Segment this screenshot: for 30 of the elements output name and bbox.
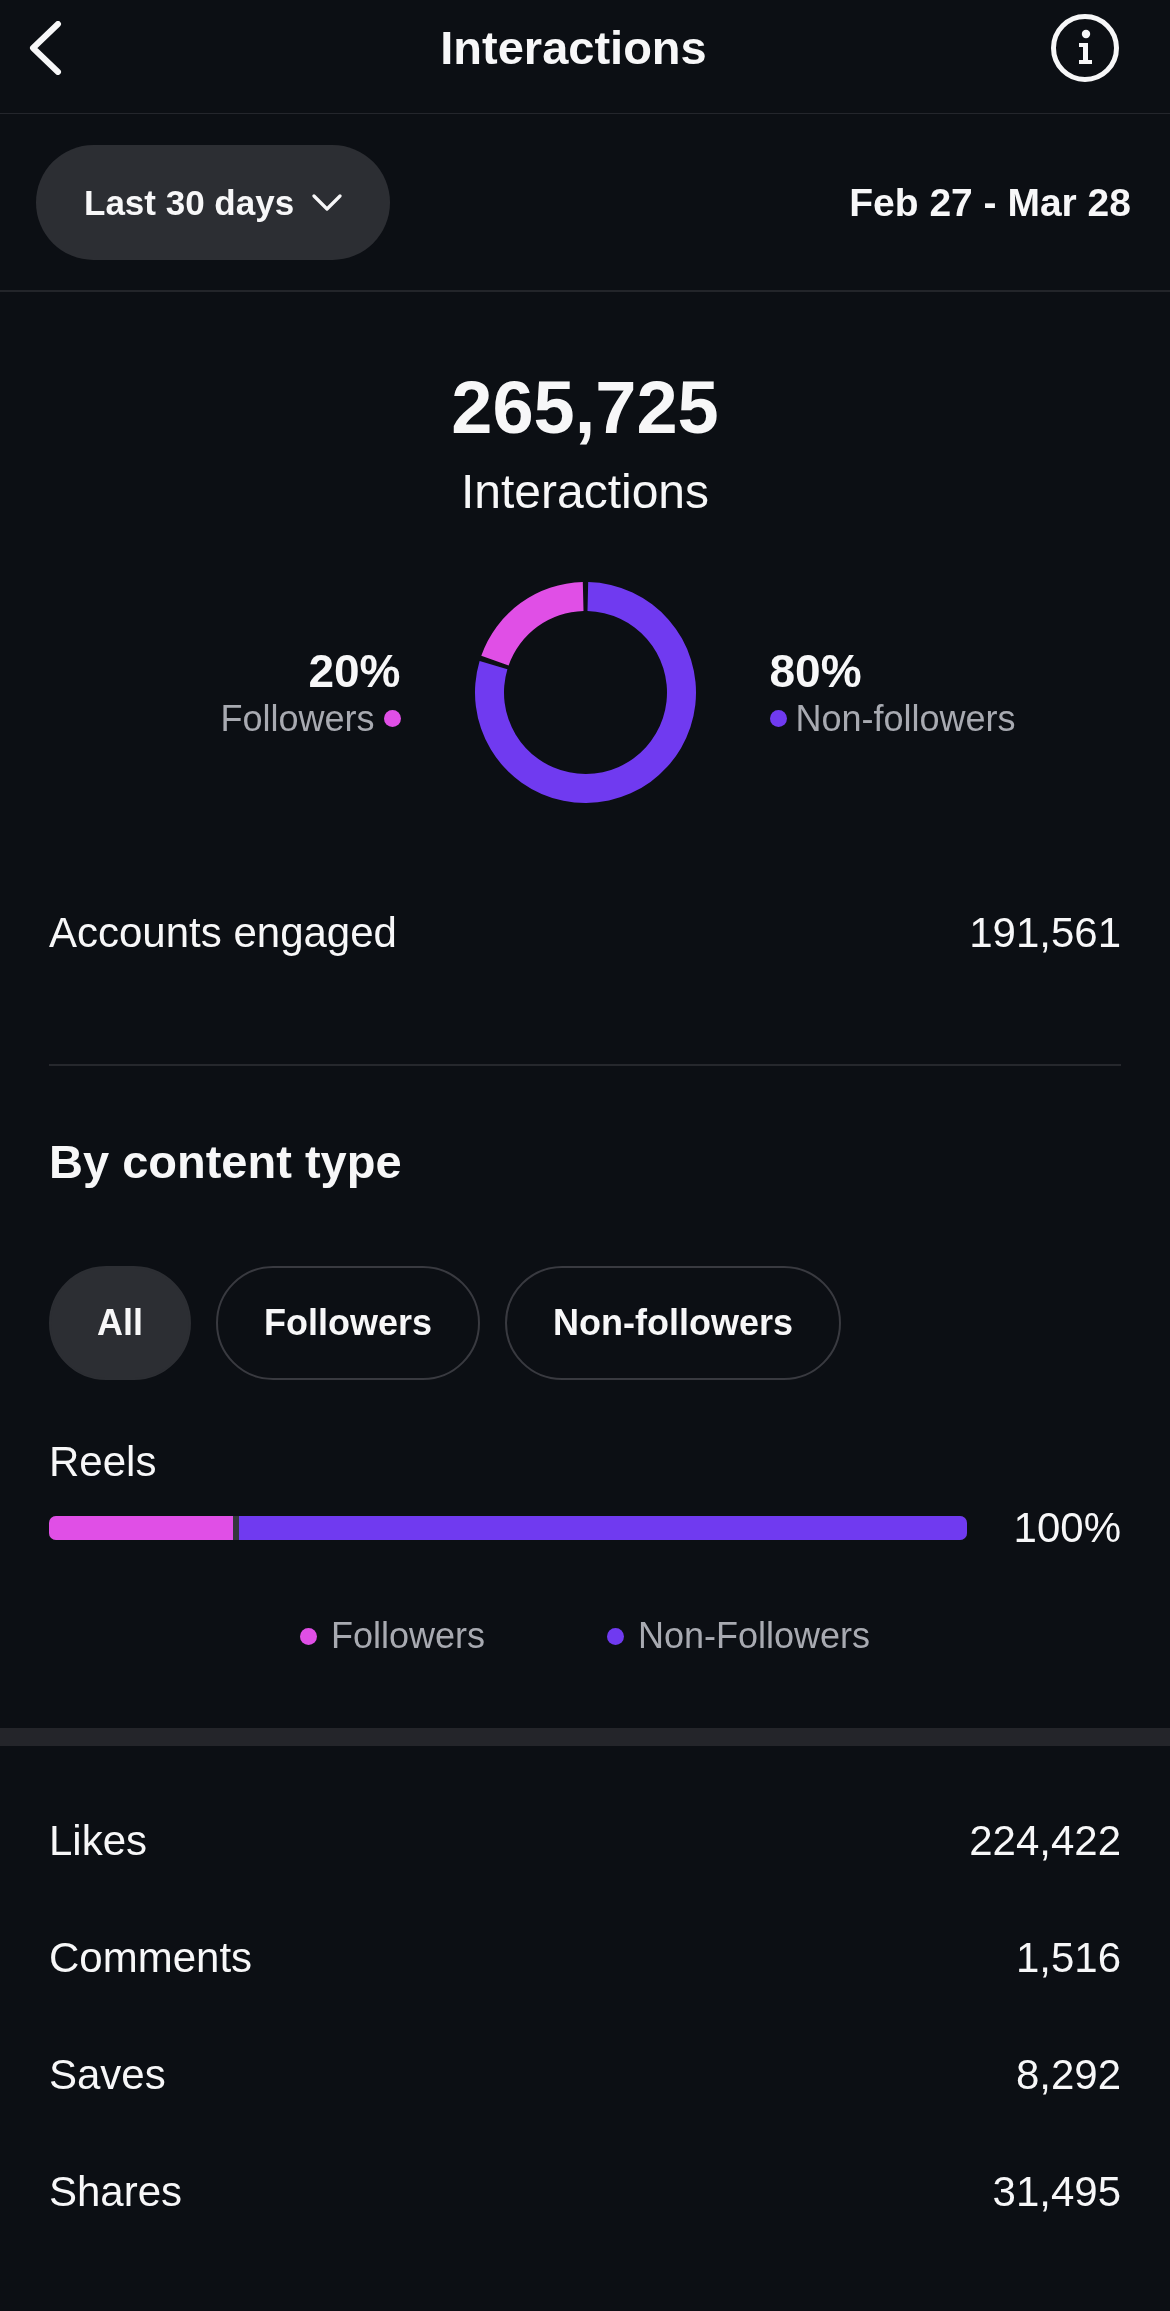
metric-value: 31,495 [992, 2167, 1121, 2216]
percentage-value: 20% [308, 644, 401, 697]
legend-label: Non-Followers [638, 1614, 871, 1658]
legend-label: Followers [220, 696, 375, 741]
filter-chip[interactable]: All [49, 1266, 191, 1380]
info-icon[interactable] [1051, 13, 1119, 82]
metric-value: 8,292 [1015, 2050, 1121, 2099]
caret-icon [312, 194, 343, 211]
metric-label: Shares [49, 2167, 183, 2216]
metric-label: Accounts engaged [49, 909, 397, 957]
bar-label: Reels [49, 1438, 157, 1486]
metric-label: Comments [49, 1933, 253, 1982]
metric-value: 1,516 [1015, 1933, 1121, 1982]
date-range-text: Feb 27 - Mar 28 [849, 179, 1131, 226]
legend-label: Followers [330, 1614, 485, 1658]
date-range-dropdown[interactable]: Last 30 days [36, 145, 391, 260]
metric-label: Likes [49, 1816, 148, 1865]
bar-percentage: 100% [1013, 1504, 1121, 1552]
total-interactions-label: Interactions [460, 464, 710, 520]
metric-value: 224,422 [969, 1816, 1121, 1865]
total-interactions-value: 265,725 [451, 372, 719, 444]
legend-label: Non-followers [795, 696, 1016, 741]
metric-value: 191,561 [969, 909, 1121, 957]
percentage-value: 80% [769, 644, 862, 697]
filter-chip[interactable]: Followers [216, 1266, 481, 1380]
filter-chip[interactable]: Non-followers [505, 1266, 842, 1380]
metric-label: Saves [49, 2050, 166, 2099]
back-icon[interactable] [28, 20, 62, 75]
section-title: By content type [49, 1135, 402, 1189]
page-title: Interactions [440, 19, 707, 76]
